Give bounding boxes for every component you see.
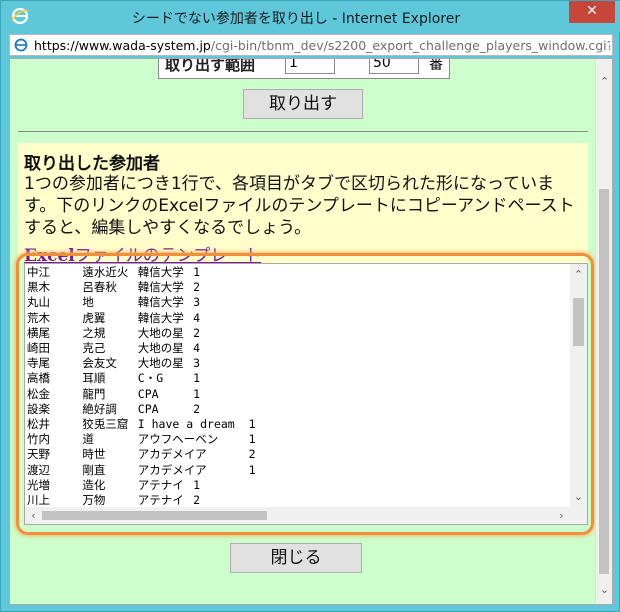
page-scroll-thumb[interactable] xyxy=(599,189,609,574)
range-row: 取り出す範囲 1 50 番 xyxy=(158,58,450,79)
page-viewport: 取り出す範囲 1 50 番 取り出す 取り出した参加者 1つの参加者につき1行で… xyxy=(9,58,613,605)
players-text: 中江 遠水近火 韓信大学 1 黒木 呂春秋 韓信大学 2 丸山 地 韓信大学 3 荒木… xyxy=(27,265,567,523)
divider xyxy=(18,131,588,132)
player-line: 中江 遠水近火 韓信大学 1 xyxy=(27,265,201,279)
range-unit: 番 xyxy=(429,58,443,73)
result-info-panel: 取り出した参加者 1つの参加者につき1行で、各項目がタブで区切られた形になってい… xyxy=(18,143,588,266)
page-vertical-scrollbar[interactable]: ⌃ ⌄ xyxy=(595,59,612,604)
player-line: 渡辺 剛直 アカデメイア 1 xyxy=(27,462,256,477)
players-textarea[interactable]: 中江 遠水近火 韓信大学 1 黒木 呂春秋 韓信大学 2 丸山 地 韓信大学 3 荒木… xyxy=(24,263,588,525)
scrollbar-corner xyxy=(570,507,587,524)
url-host: https://www.wada-system.jp xyxy=(34,38,211,53)
browser-window: シードでない参加者を取り出し - Internet Explorer ✕ htt… xyxy=(0,0,620,612)
player-line: 丸山 地 韓信大学 3 xyxy=(27,295,201,310)
window-title: シードでない参加者を取り出し - Internet Explorer xyxy=(131,11,461,27)
player-line: 光増 造化 アテナイ 1 xyxy=(27,477,201,492)
address-bar[interactable]: https://www.wada-system.jp/cgi-bin/tbnm_… xyxy=(9,34,613,56)
player-line: 天野 時世 アカデメイア 2 xyxy=(27,447,256,462)
textarea-horizontal-scrollbar[interactable]: ‹ › xyxy=(25,507,570,524)
chevron-up-icon[interactable]: ⌃ xyxy=(570,266,587,283)
player-line: 黒木 呂春秋 韓信大学 2 xyxy=(27,280,201,295)
player-line: 崎田 克己 大地の星 4 xyxy=(27,341,201,356)
textarea-hscroll-thumb[interactable] xyxy=(42,511,267,520)
close-button[interactable]: 閉じる xyxy=(230,543,362,573)
url-text: https://www.wada-system.jp/cgi-bin/tbnm_… xyxy=(34,38,610,53)
ie-page-icon xyxy=(14,38,28,52)
close-window-button[interactable]: ✕ xyxy=(569,1,615,23)
player-line: 荒木 虎翼 韓信大学 4 xyxy=(27,310,201,325)
player-line: 松井 狡兎三窟 I have a dream 1 xyxy=(27,417,256,432)
result-heading: 取り出した参加者 xyxy=(24,154,160,174)
page-scroll-up-icon[interactable]: ⌃ xyxy=(596,73,612,90)
extract-button[interactable]: 取り出す xyxy=(243,89,363,119)
chevron-right-icon[interactable]: › xyxy=(553,507,570,524)
player-line: 横尾 之規 大地の星 2 xyxy=(27,325,201,340)
textarea-vscroll-thumb[interactable] xyxy=(573,298,584,346)
url-path: /cgi-bin/tbnm_dev/s2200_export_challenge… xyxy=(210,38,610,53)
page-scroll-down-icon[interactable]: ⌄ xyxy=(596,581,612,598)
player-line: 竹内 道 アウフヘーベン 1 xyxy=(27,432,256,447)
textarea-vertical-scrollbar[interactable]: ⌃ ⌄ xyxy=(570,264,587,507)
player-line: 寺尾 会友文 大地の星 3 xyxy=(27,356,201,371)
chevron-left-icon[interactable]: ‹ xyxy=(25,507,42,524)
chevron-down-icon[interactable]: ⌄ xyxy=(570,488,587,505)
result-description: 1つの参加者につき1行で、各項目がタブで区切られた形になっています。下のリンクの… xyxy=(24,174,575,238)
player-line: 川上 万物 アテナイ 2 xyxy=(27,493,201,508)
range-to-select[interactable]: 50 xyxy=(369,59,419,74)
range-label: 取り出す範囲 xyxy=(165,58,256,74)
title-bar[interactable]: シードでない参加者を取り出し - Internet Explorer ✕ xyxy=(1,1,620,32)
range-from-select[interactable]: 1 xyxy=(285,59,335,74)
player-line: 松金 龍門 CPA 1 xyxy=(27,386,201,401)
player-line: 高橋 耳順 C・G 1 xyxy=(27,371,201,386)
player-line: 設楽 絶好調 CPA 2 xyxy=(27,401,201,416)
